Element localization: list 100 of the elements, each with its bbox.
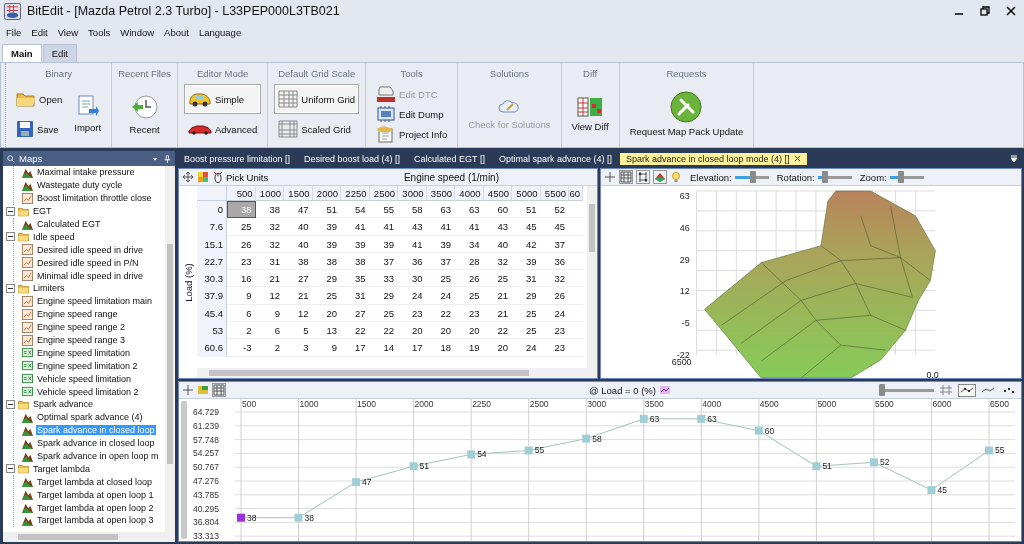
table-cell[interactable]: 39 [312, 218, 341, 236]
table-cell[interactable]: 63 [455, 201, 484, 219]
pin-icon[interactable] [163, 154, 171, 163]
scroll-bar[interactable] [165, 166, 175, 532]
table-cell[interactable]: 39 [312, 235, 341, 253]
table-cell[interactable]: -3 [227, 339, 256, 357]
table-cell[interactable]: 25 [369, 304, 398, 323]
table-cell[interactable]: 43 [483, 218, 512, 236]
table-cell[interactable]: 54 [341, 201, 370, 219]
table-cell[interactable]: 12 [284, 304, 313, 323]
menu-item[interactable]: Tools [88, 26, 111, 38]
view-toggle[interactable] [958, 383, 976, 397]
table-cell[interactable]: 22 [483, 322, 512, 340]
ribbon-button[interactable]: Edit Dump [372, 104, 452, 124]
close-icon[interactable] [1006, 6, 1016, 16]
table-cell[interactable]: 9 [312, 339, 341, 357]
table-cell[interactable]: 37 [369, 252, 398, 271]
table-cell[interactable]: 25 [512, 304, 541, 323]
table-cell[interactable]: 31 [512, 270, 541, 288]
move-icon[interactable] [182, 171, 194, 183]
dropdown-icon[interactable] [1010, 154, 1018, 163]
table-cell[interactable]: 3 [284, 339, 313, 357]
table-cell[interactable]: 28 [455, 252, 484, 271]
surface-icon[interactable] [653, 170, 667, 184]
table-cell[interactable]: 37 [426, 252, 455, 271]
table-cell[interactable]: 33 [369, 270, 398, 288]
ribbon-button[interactable]: Simple [184, 84, 262, 114]
tree-item[interactable]: Spark advance in open loop m [36, 451, 160, 462]
table-cell[interactable]: 26 [455, 270, 484, 288]
table-cell[interactable]: 35 [341, 270, 370, 288]
data-point[interactable] [639, 414, 648, 423]
document-tab[interactable]: Boost pressure limitation [] [178, 152, 297, 165]
table-cell[interactable]: 38 [312, 252, 341, 271]
table-cell[interactable]: 39 [426, 235, 455, 253]
close-icon[interactable] [793, 155, 801, 162]
menu-item[interactable]: File [6, 26, 22, 38]
ribbon-button[interactable]: Advanced [184, 114, 262, 144]
menu-item[interactable]: Window [120, 26, 155, 38]
tree-item[interactable]: Spark advance in closed loop [36, 438, 156, 449]
table-cell[interactable]: 21 [255, 270, 284, 288]
menu-item[interactable]: View [57, 26, 79, 38]
tree-item[interactable]: Engine speed range [36, 309, 119, 320]
tree-item[interactable]: Engine speed range 3 [36, 335, 127, 345]
table-cell[interactable]: 21 [483, 304, 512, 323]
ribbon-button[interactable]: Request Map Pack Update [625, 84, 748, 144]
table-cell[interactable]: 25 [455, 287, 484, 305]
table-cell[interactable]: 2 [255, 339, 284, 357]
grid-icon[interactable] [212, 383, 226, 397]
tree-item[interactable]: Target lambda at open loop 2 [36, 502, 155, 513]
table-cell[interactable]: 17 [398, 339, 427, 357]
table-cell[interactable]: 40 [284, 235, 313, 253]
tree-item[interactable]: Engine speed limitation main [36, 296, 154, 307]
table-cell[interactable]: 42 [512, 235, 541, 253]
ribbon-button[interactable]: Import [70, 84, 106, 144]
table-cell[interactable]: 20 [455, 322, 484, 340]
table-cell[interactable]: 41 [369, 218, 398, 236]
scroll-bar[interactable] [179, 399, 189, 541]
ribbon-button[interactable]: Save [12, 114, 67, 144]
view-toggle[interactable] [937, 383, 955, 397]
table-cell[interactable]: 13 [312, 322, 341, 340]
folder-label[interactable]: EGT [32, 206, 53, 217]
ribbon-button[interactable]: Recent [125, 84, 164, 144]
table-cell[interactable]: 60 [483, 201, 512, 219]
table-cell[interactable]: 58 [398, 201, 427, 219]
document-tab[interactable]: Calculated EGT [] [408, 152, 491, 165]
tree-item[interactable]: Engine speed limitation 2 [36, 360, 139, 371]
slider[interactable] [879, 384, 934, 396]
table-cell[interactable]: 37 [540, 235, 569, 253]
chart-style-icon[interactable] [658, 384, 671, 396]
table-cell[interactable]: 23 [398, 304, 427, 323]
table-cell[interactable]: 31 [341, 287, 370, 305]
table-cell[interactable]: 5 [284, 322, 313, 340]
menu-item[interactable]: Edit [31, 26, 48, 38]
tree-item[interactable]: Target lambda at closed loop [36, 476, 154, 487]
table-cell[interactable]: 40 [483, 235, 512, 253]
table-cell[interactable]: 25 [426, 270, 455, 288]
table-cell[interactable]: 40 [284, 218, 313, 236]
bulb-icon[interactable] [670, 171, 682, 183]
table-cell[interactable]: 24 [540, 304, 569, 323]
table-cell[interactable]: 27 [284, 270, 313, 288]
document-tab[interactable]: Desired boost load (4) [] [298, 152, 407, 165]
collapse-icon[interactable] [6, 464, 15, 474]
table-cell[interactable]: 38 [255, 201, 284, 219]
table-cell[interactable]: 23 [540, 339, 569, 357]
ribbon-tab[interactable]: Main [2, 44, 42, 62]
ribbon-button[interactable]: Uniform Grid [274, 84, 360, 114]
slider-thumb[interactable] [821, 171, 828, 183]
table-cell[interactable]: 9 [255, 304, 284, 323]
table-cell[interactable]: 32 [483, 252, 512, 271]
scroll-bar[interactable] [3, 532, 175, 542]
table-cell[interactable]: 31 [255, 252, 284, 271]
ribbon-button[interactable]: View Diff [567, 84, 613, 144]
table-cell[interactable]: 26 [227, 235, 256, 253]
folder-label[interactable]: Spark advance [32, 399, 95, 410]
table-cell[interactable]: 9 [227, 287, 256, 305]
table-cell[interactable]: 29 [512, 287, 541, 305]
table-cell[interactable]: 36 [398, 252, 427, 271]
tree-item[interactable]: Target lambda at open loop 3 [36, 515, 155, 526]
table-cell[interactable]: 22 [369, 322, 398, 340]
menu-item[interactable]: About [164, 26, 189, 38]
